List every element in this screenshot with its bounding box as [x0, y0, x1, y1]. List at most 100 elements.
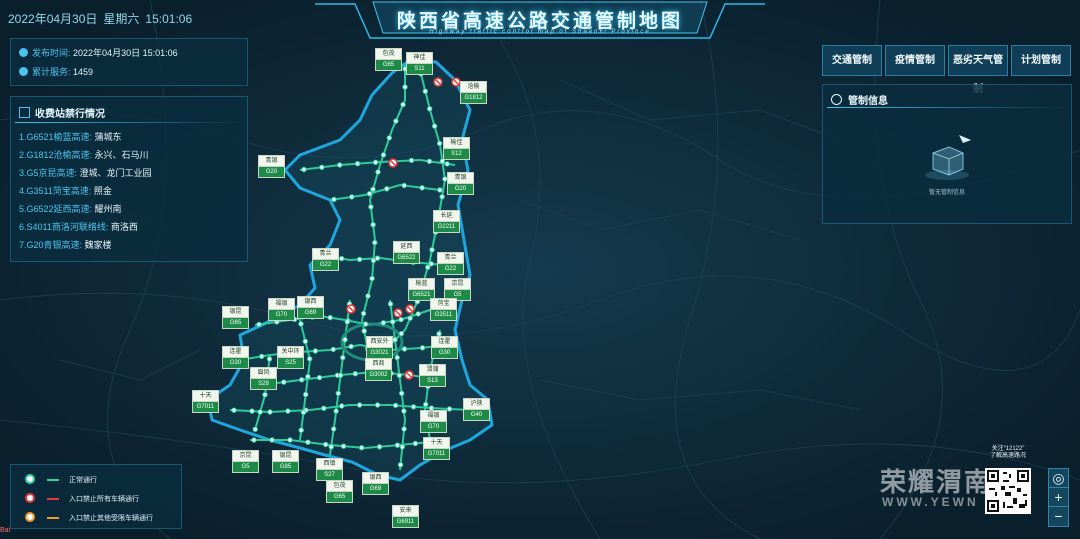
normal-node-icon[interactable] — [384, 186, 390, 192]
no-entry-icon[interactable] — [346, 304, 356, 314]
route-badge[interactable]: 青兰 G22 — [437, 252, 464, 275]
normal-node-icon[interactable] — [374, 402, 381, 408]
normal-node-icon[interactable] — [339, 403, 345, 409]
normal-node-icon[interactable] — [370, 222, 376, 228]
normal-node-icon[interactable] — [358, 445, 365, 451]
normal-node-icon[interactable] — [344, 319, 350, 325]
normal-node-icon[interactable] — [386, 135, 392, 141]
normal-node-icon[interactable] — [398, 330, 405, 337]
normal-node-icon[interactable] — [392, 337, 398, 343]
route-badge[interactable]: 包茂 G65 — [375, 48, 402, 71]
normal-node-icon[interactable] — [393, 118, 399, 124]
normal-node-icon[interactable] — [402, 84, 408, 90]
qr-code-box[interactable]: 关注“12122” 了解高速路况 — [978, 446, 1038, 526]
normal-node-icon[interactable] — [356, 256, 363, 263]
normal-node-icon[interactable] — [262, 392, 268, 398]
locate-button[interactable]: ◎ — [1048, 468, 1069, 489]
normal-node-icon[interactable] — [327, 314, 333, 321]
normal-node-icon[interactable] — [380, 320, 387, 326]
normal-node-icon[interactable] — [398, 316, 404, 323]
normal-node-icon[interactable] — [342, 337, 348, 343]
route-badge[interactable]: 京昆 G5 — [444, 278, 471, 301]
normal-node-icon[interactable] — [446, 406, 453, 412]
normal-node-icon[interactable] — [299, 377, 305, 383]
normal-node-icon[interactable] — [401, 346, 408, 352]
normal-node-icon[interactable] — [323, 441, 329, 448]
tab-traffic-control[interactable]: 交通管制 — [822, 45, 882, 76]
normal-node-icon[interactable] — [369, 275, 375, 282]
route-badge[interactable]: 延西 G6522 — [393, 241, 420, 264]
no-entry-icon[interactable] — [451, 77, 461, 87]
normal-node-icon[interactable] — [303, 391, 309, 398]
normal-node-icon[interactable] — [422, 88, 428, 95]
route-badge[interactable]: 十天 G7011 — [192, 390, 219, 413]
normal-node-icon[interactable] — [399, 390, 405, 396]
normal-node-icon[interactable] — [361, 328, 367, 334]
route-badge[interactable]: 榆蓝 G6521 — [408, 278, 435, 301]
normal-node-icon[interactable] — [401, 408, 407, 414]
route-badge[interactable]: 连霍 G30 — [222, 346, 249, 369]
normal-node-icon[interactable] — [427, 106, 433, 112]
normal-node-icon[interactable] — [360, 310, 367, 317]
normal-node-icon[interactable] — [394, 442, 401, 448]
normal-node-icon[interactable] — [281, 379, 287, 385]
normal-node-icon[interactable] — [352, 371, 358, 377]
route-badge[interactable]: 长延 G2211 — [433, 210, 460, 233]
normal-node-icon[interactable] — [252, 426, 258, 432]
normal-node-icon[interactable] — [331, 196, 337, 203]
normal-node-icon[interactable] — [372, 239, 378, 246]
normal-node-icon[interactable] — [298, 321, 304, 327]
normal-node-icon[interactable] — [256, 321, 262, 328]
route-badge[interactable]: 银西 G69 — [297, 296, 324, 319]
normal-node-icon[interactable] — [415, 311, 421, 317]
normal-node-icon[interactable] — [340, 354, 346, 361]
normal-node-icon[interactable] — [348, 343, 354, 350]
normal-node-icon[interactable] — [412, 440, 419, 447]
normal-node-icon[interactable] — [285, 408, 291, 414]
route-badge[interactable]: 银昆 G85 — [222, 306, 249, 329]
normal-node-icon[interactable] — [368, 204, 374, 210]
normal-node-icon[interactable] — [399, 444, 405, 450]
normal-node-icon[interactable] — [319, 164, 325, 171]
normal-node-icon[interactable] — [300, 409, 307, 416]
normal-node-icon[interactable] — [370, 186, 376, 193]
normal-node-icon[interactable] — [301, 166, 307, 173]
zoom-out-button[interactable]: − — [1048, 506, 1069, 527]
normal-node-icon[interactable] — [408, 157, 415, 164]
normal-node-icon[interactable] — [394, 354, 400, 361]
route-badge[interactable]: 沧榆 G1812 — [460, 81, 487, 104]
normal-node-icon[interactable] — [436, 140, 443, 147]
route-badge[interactable]: 安来 G6911 — [392, 505, 419, 528]
normal-node-icon[interactable] — [337, 162, 343, 168]
normal-node-icon[interactable] — [302, 338, 308, 344]
normal-node-icon[interactable] — [419, 185, 425, 191]
normal-node-icon[interactable] — [397, 462, 404, 468]
normal-node-icon[interactable] — [354, 161, 361, 167]
normal-node-icon[interactable] — [428, 261, 434, 267]
normal-node-icon[interactable] — [400, 101, 406, 108]
normal-node-icon[interactable] — [298, 427, 304, 433]
normal-node-icon[interactable] — [392, 402, 399, 409]
normal-node-icon[interactable] — [339, 255, 345, 262]
no-entry-icon[interactable] — [393, 308, 403, 318]
normal-node-icon[interactable] — [437, 187, 443, 193]
normal-node-icon[interactable] — [376, 444, 383, 450]
route-badge[interactable]: 榆佳 S12 — [443, 137, 470, 160]
qr-code-image[interactable] — [985, 468, 1031, 514]
route-badge[interactable]: 银西 G69 — [362, 472, 389, 495]
normal-node-icon[interactable] — [366, 191, 373, 197]
route-badge[interactable]: 福银 G70 — [268, 298, 295, 321]
normal-node-icon[interactable] — [328, 444, 334, 450]
normal-node-icon[interactable] — [374, 255, 381, 261]
route-badge[interactable]: 西镇 S27 — [316, 458, 343, 481]
tab-planned-control[interactable]: 计划管制 — [1011, 45, 1071, 76]
normal-node-icon[interactable] — [259, 353, 265, 360]
normal-node-icon[interactable] — [439, 194, 445, 200]
route-badge[interactable]: 神佳 S11 — [406, 52, 433, 75]
route-badge[interactable]: 渭蒲 S13 — [419, 364, 446, 387]
normal-node-icon[interactable] — [390, 319, 396, 325]
route-badge[interactable]: 西安外 G3021 — [366, 336, 393, 359]
normal-node-icon[interactable] — [331, 426, 337, 432]
normal-node-icon[interactable] — [266, 356, 273, 362]
normal-node-icon[interactable] — [269, 437, 275, 443]
